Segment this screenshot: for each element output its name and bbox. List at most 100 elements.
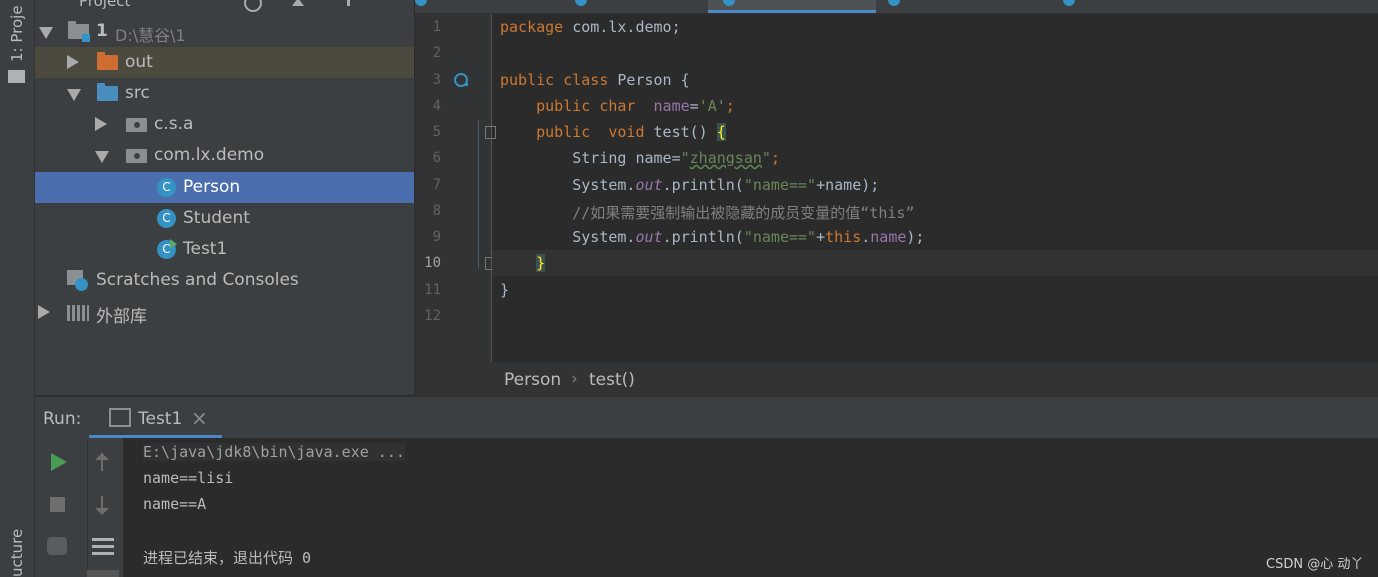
tree-item-scratches[interactable]: Scratches and Consoles [35,265,414,296]
runnable-badge-icon [170,239,177,249]
tree-item-class-test1[interactable]: C Test1 [35,234,414,265]
tree-item-src[interactable]: src [35,78,414,109]
line-number: 7 [432,177,441,193]
line-number: 3 [432,72,441,88]
run-toolbar [35,438,124,577]
console-line: name==A [143,495,207,513]
console-line: name==lisi [143,469,234,487]
collapse-icon[interactable] [292,0,304,6]
tree-item-package-demo[interactable]: com.lx.demo [35,140,414,171]
editor-tab-bar [415,0,1378,14]
chevron-right-icon[interactable] [95,117,107,131]
line-number: 2 [432,45,441,61]
soft-wrap-icon[interactable] [92,538,114,541]
chevron-right-icon[interactable] [67,55,79,69]
stop-icon[interactable] [50,497,65,512]
chevron-down-icon[interactable] [67,89,81,101]
line-number-current: 10 [424,255,441,271]
code-line-4: public char name='A'; [500,97,735,115]
line-number: 5 [432,124,441,140]
tree-item-label: com.lx.demo [154,145,265,165]
line-number: 1 [432,19,441,35]
project-panel-title: Project [79,0,131,10]
code-line-9: System.out.println("name=="+this.name); [500,228,925,246]
structure-tool-button[interactable]: ucture [8,529,26,577]
line-number: 9 [432,229,441,245]
chevron-down-icon[interactable] [39,27,53,39]
line-number: 11 [424,282,441,298]
marker-dot-icon [465,83,468,86]
tree-item-class-person[interactable]: C Person [35,172,414,203]
tree-item-label: Person [183,177,241,197]
line-number: 4 [432,98,441,114]
close-icon[interactable]: × [191,406,208,430]
code-line-5: public void test() { [500,123,726,141]
tab-class-icon[interactable] [575,0,587,6]
tab-class-icon[interactable] [415,0,427,6]
tree-item-label: 外部库 [96,307,147,327]
folder-icon [8,70,25,83]
project-tool-button[interactable]: 1: Proje [8,5,26,62]
breadcrumb-class[interactable]: Person [504,370,561,390]
source-folder-icon [97,83,118,101]
project-panel-header: Project [35,0,414,14]
console-line-exit: 进程已结束，退出代码 0 [143,549,312,567]
code-area[interactable]: package com.lx.demo; public class Person… [492,14,1378,362]
code-line-7: System.out.println("name=="+name); [500,176,880,194]
locate-icon[interactable] [244,0,262,12]
line-number: 8 [432,203,441,219]
line-number: 12 [424,308,441,324]
chevron-down-icon[interactable] [95,151,109,163]
tree-item-label: 1 [96,21,108,41]
tool-window-strip: 1: Proje ucture [0,0,35,577]
tree-item-label: src [125,83,150,103]
tree-item-external-libraries[interactable]: 外部库 [35,297,414,328]
settings-icon[interactable] [347,0,350,6]
package-icon [126,118,147,132]
tab-class-icon[interactable] [888,0,900,6]
tab-class-icon[interactable] [1063,0,1075,6]
tree-item-package-csa[interactable]: c.s.a [35,109,414,140]
tree-item-class-student[interactable]: C Student [35,203,414,234]
run-tab-test1[interactable]: Test1 [138,409,182,429]
code-line-1: package com.lx.demo; [500,18,681,36]
tree-item-root[interactable]: 1 D:\慧谷\1 [35,16,414,47]
tree-item-label: c.s.a [154,114,194,134]
tree-item-path: D:\慧谷\1 [115,26,186,45]
code-line-11: } [500,281,510,299]
console-output[interactable]: E:\java\jdk8\bin\java.exe ... name==lisi… [123,438,1378,577]
line-number-gutter: 1 2 3 4 5 6 7 8 9 10 11 12 [415,14,496,362]
debug-settings-icon[interactable] [47,537,67,555]
java-class-icon: C [157,178,176,197]
code-editor: 1 2 3 4 5 6 7 8 9 10 11 12 package com.l… [415,0,1378,396]
console-tab-icon [109,408,131,427]
tree-item-label: Student [183,208,250,228]
module-badge-icon [82,34,90,42]
code-line-10: } [536,254,546,272]
breadcrumb-method[interactable]: test() [589,370,635,390]
java-class-icon: C [157,209,176,228]
tree-item-out[interactable]: out [35,47,414,78]
current-line-highlight [492,250,1378,276]
library-icon [67,305,89,321]
toolbar-button-pressed [87,570,119,577]
package-icon [126,149,147,163]
arrow-up-head [95,453,109,460]
arrow-down-head [95,508,109,515]
rerun-icon[interactable] [51,453,67,471]
run-label: Run: [43,409,82,429]
clock-icon [75,278,88,291]
tree-item-label: Scratches and Consoles [96,270,299,290]
project-panel: Project 1 D:\慧谷\1 out src c.s.a com.lx.d… [35,0,414,395]
watermark: CSDN @心 动丫 [1266,557,1364,572]
chevron-right-icon[interactable] [38,305,50,319]
excluded-folder-icon [97,52,118,70]
active-tab-indicator [708,10,876,13]
breadcrumb: Person › test() [415,362,1378,396]
run-panel-header: Run: Test1 × [35,396,1378,439]
code-line-8-comment: //如果需要强制输出被隐藏的成员变量的值“this” [500,204,915,222]
tree-item-label: Test1 [183,239,228,259]
breadcrumb-separator: › [571,369,578,389]
code-line-6: String name="zhangsan"; [500,149,780,167]
fold-guide-line [478,120,479,268]
